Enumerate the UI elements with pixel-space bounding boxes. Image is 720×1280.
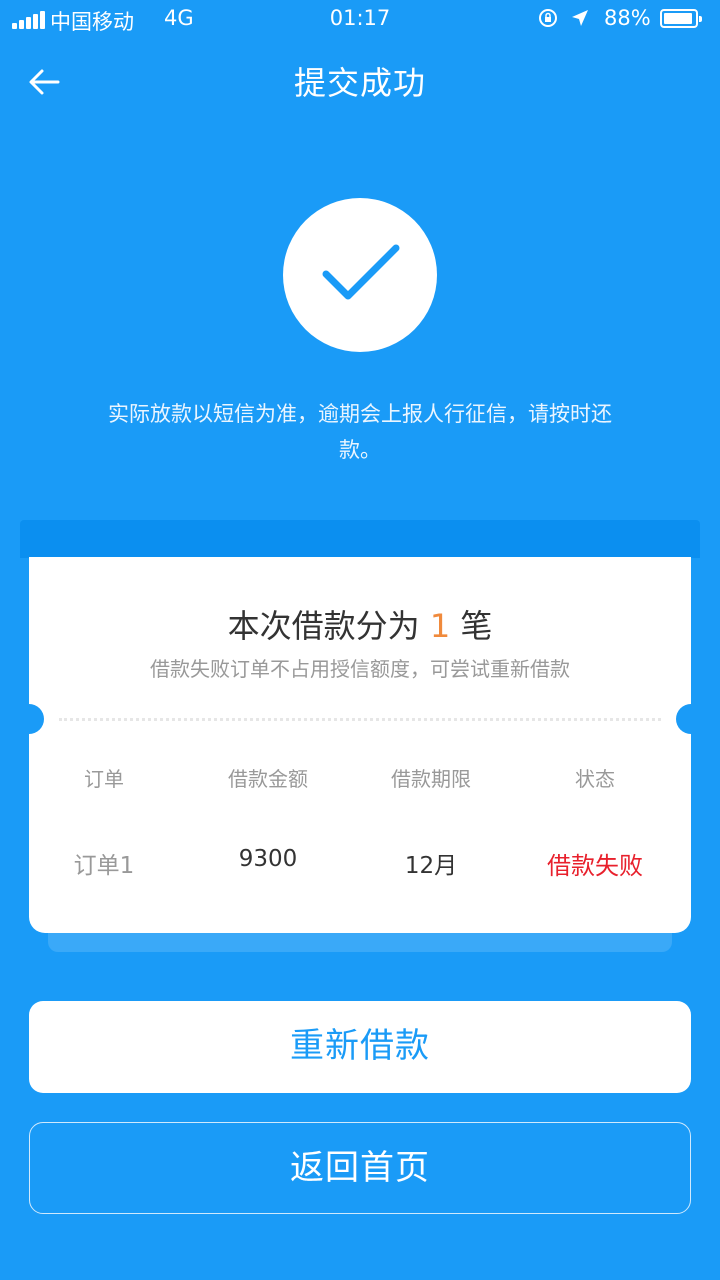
loan-result-card: 本次借款分为 1 笔 借款失败订单不占用授信额度，可尝试重新借款 订单 借款金额… [14, 557, 706, 933]
order-name-cell: 订单1 [73, 853, 135, 879]
page-title: 提交成功 [293, 64, 426, 102]
checkmark-icon [322, 244, 400, 300]
back-home-button[interactable]: 返回首页 [29, 1122, 691, 1214]
ticket-notch-left [14, 704, 44, 734]
success-badge [283, 198, 437, 352]
card-title-prefix: 本次借款分为 [227, 607, 420, 645]
card-title: 本次借款分为 1 笔 [29, 601, 691, 647]
ticket-slot [20, 520, 700, 558]
status-bar: 中国移动 4G 01:17 88% [0, 0, 720, 40]
loan-amount-cell: 9300 [238, 846, 298, 872]
battery-icon [660, 9, 702, 28]
location-arrow-icon [572, 10, 588, 26]
battery-percent: 88% [604, 6, 651, 30]
loan-term-cell: 12月 [404, 853, 458, 879]
column-header-term: 借款期限 [391, 767, 471, 791]
retry-loan-button[interactable]: 重新借款 [29, 1001, 691, 1093]
loan-status-cell: 借款失败 [547, 852, 643, 880]
column-header-order: 订单 [84, 767, 124, 791]
loan-notice-text: 实际放款以短信为准，逾期会上报人行征信，请按时还款。 [108, 402, 612, 462]
dotted-divider [59, 718, 661, 721]
loan-count: 1 [429, 607, 451, 645]
card-subtitle: 借款失败订单不占用授信额度，可尝试重新借款 [150, 657, 570, 681]
rotation-lock-icon [539, 9, 557, 27]
ticket-notch-right [676, 704, 706, 734]
card-title-suffix: 笔 [460, 607, 493, 645]
column-header-status: 状态 [575, 767, 615, 791]
column-header-amount: 借款金额 [228, 767, 308, 791]
